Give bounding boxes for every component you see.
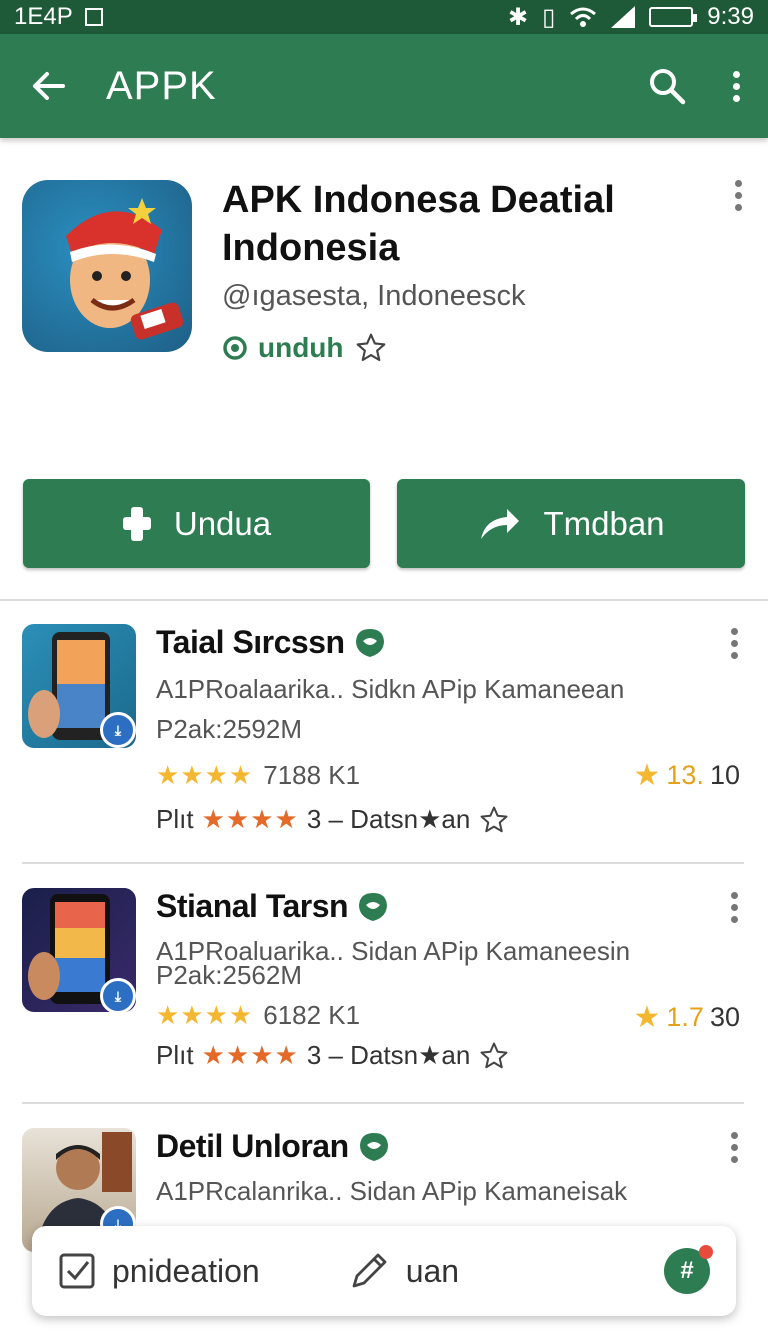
item-size: P2ak:2562M <box>156 960 302 990</box>
status-bar: 1E4P ✱ ▯ 9:39 <box>0 0 768 34</box>
more-vert-icon[interactable] <box>731 892 738 923</box>
download-button-label: Undua <box>173 504 272 542</box>
star-outline-icon[interactable] <box>478 805 510 835</box>
item-downloads: 6182 K1 <box>263 1000 361 1030</box>
divider <box>22 862 744 864</box>
app-developer: @ıgasesta, Indoneesck <box>222 280 526 312</box>
bottom-item-checkbox[interactable]: pnideation <box>58 1252 260 1290</box>
item-rating: ★ 13. 10 <box>634 758 741 793</box>
item-rating: ★ 1.7 30 <box>634 1000 741 1035</box>
search-icon[interactable] <box>647 66 687 106</box>
item-description: A1PRcalanrika.. Sidan APip Kamaneisak <box>156 1176 628 1206</box>
platform-stars-icon: ★★★★ <box>201 804 299 834</box>
vibrate-icon: ▯ <box>542 3 556 31</box>
item-title: Stianal Tarsn <box>156 888 390 925</box>
status-time: 9:39 <box>707 3 754 30</box>
download-badge-icon: ⤓ <box>100 712 136 748</box>
share-button-label: Tmdban <box>543 504 665 542</box>
app-bar-title: APPK <box>106 63 217 108</box>
download-link[interactable]: unduh <box>222 332 388 364</box>
item-title-text: Stianal Tarsn <box>156 888 349 924</box>
rating-extra: 30 <box>709 1002 740 1032</box>
hashtag-icon: # <box>680 1257 694 1284</box>
item-title: Detil Unloran <box>156 1128 391 1165</box>
bottom-action-bar: pnideation uan # <box>32 1226 736 1316</box>
pencil-icon <box>352 1253 387 1288</box>
checkbox-icon <box>59 1253 95 1289</box>
platform-text: 3 – Datsn★an <box>306 1040 471 1070</box>
notification-icon <box>84 8 103 26</box>
plus-icon <box>122 506 151 541</box>
star-filled-icon: ★ <box>633 1001 661 1034</box>
rating-stars-icon: ★★★★ <box>156 760 254 790</box>
platform-stars-icon: ★★★★ <box>201 1040 299 1070</box>
item-platform-row: Plıt ★★★★ 3 – Datsn★an <box>156 804 510 835</box>
verified-leaf-icon <box>355 628 384 657</box>
app-bar: APPK <box>0 34 768 138</box>
list-item[interactable]: ⤓ Taial Sırcssn A1PRoalaarika.. Sidkn AP… <box>22 624 746 844</box>
item-title-text: Taial Sırcssn <box>156 624 345 660</box>
app-header: APK Indonesa Deatial Indonesia @ıgasesta… <box>22 179 746 363</box>
item-title: Taial Sırcssn <box>156 624 387 661</box>
more-vert-icon[interactable] <box>731 1132 738 1163</box>
star-filled-icon: ★ <box>633 759 661 792</box>
verified-leaf-icon <box>359 1132 388 1161</box>
platform-label: Plıt <box>156 804 194 834</box>
app-title: APK Indonesa Deatial Indonesia <box>222 179 615 269</box>
wifi-icon <box>570 7 597 27</box>
download-label: unduh <box>258 332 344 363</box>
bottom-item-edit[interactable]: uan <box>348 1250 459 1292</box>
share-arrow-icon <box>481 508 520 539</box>
divider <box>22 1102 744 1104</box>
rating-value: 13. <box>666 760 704 790</box>
bottom-item-label: uan <box>405 1252 460 1289</box>
share-button[interactable]: Tmdban <box>397 479 745 568</box>
rating-extra: 10 <box>709 760 740 790</box>
back-arrow-icon[interactable] <box>28 66 68 106</box>
app-icon <box>22 180 192 352</box>
hashtag-button[interactable]: # <box>664 1245 713 1294</box>
download-badge-icon: ⤓ <box>100 978 136 1014</box>
item-size: P2ak:2592M <box>156 714 302 744</box>
item-platform-row: Plıt ★★★★ 3 – Datsn★an <box>156 1040 510 1071</box>
verified-leaf-icon <box>359 892 388 921</box>
download-cycle-icon <box>223 336 247 360</box>
list-item[interactable]: ⤓ Stianal Tarsn A1PRoaluarika.. Sidan AP… <box>22 888 746 1088</box>
more-vert-icon[interactable] <box>735 180 742 211</box>
status-left-text: 1E4P <box>14 3 73 30</box>
item-downloads: 7188 K1 <box>263 760 361 790</box>
item-description: A1PRoalaarika.. Sidkn APip Kamaneean <box>156 674 625 704</box>
download-button[interactable]: Undua <box>23 479 370 568</box>
bluetooth-icon: ✱ <box>507 3 529 31</box>
battery-icon <box>649 7 698 27</box>
star-outline-icon[interactable] <box>354 332 388 364</box>
signal-icon <box>611 6 636 28</box>
divider <box>0 599 768 601</box>
rating-stars-icon: ★★★★ <box>156 1000 254 1030</box>
rating-value: 1.7 <box>666 1002 704 1032</box>
item-stars-row: ★★★★ 7188 K1 <box>156 760 360 791</box>
star-outline-icon[interactable] <box>478 1041 510 1071</box>
more-vert-icon[interactable] <box>731 628 738 659</box>
more-vert-icon[interactable] <box>733 70 740 102</box>
platform-text: 3 – Datsn★an <box>306 804 471 834</box>
bottom-item-label: pnideation <box>112 1252 260 1289</box>
platform-label: Plıt <box>156 1040 194 1070</box>
item-stars-row: ★★★★ 6182 K1 <box>156 1000 360 1031</box>
item-title-text: Detil Unloran <box>156 1128 349 1164</box>
